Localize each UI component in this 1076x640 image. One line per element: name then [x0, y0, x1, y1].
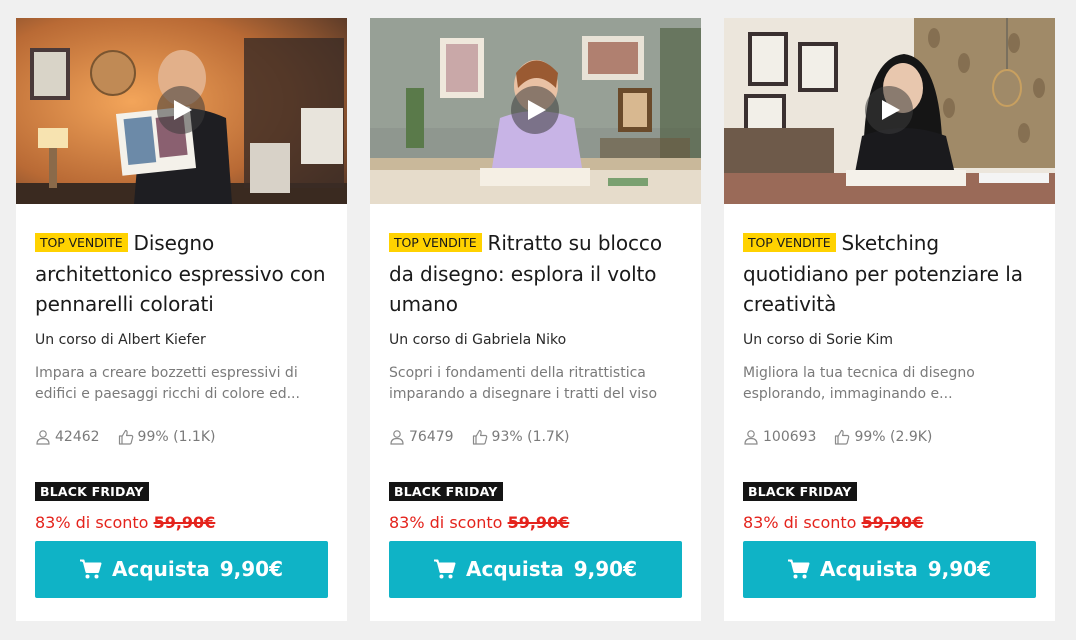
course-author[interactable]: Un corso di Albert Kiefer: [35, 332, 328, 350]
user-icon: [36, 429, 50, 445]
discount-percent: 83% di sconto: [389, 512, 503, 532]
course-description: Scopri i fondamenti della ritrattistica …: [389, 364, 658, 402]
buy-price: 9,90€: [219, 557, 283, 581]
buy-label: Acquista: [820, 557, 918, 581]
students-count: 100693: [763, 428, 817, 445]
course-description: Migliora la tua tecnica di disegno esplo…: [743, 364, 975, 402]
rating-value: 99% (2.9K): [854, 428, 933, 445]
buy-price: 9,90€: [927, 557, 991, 581]
course-description: Impara a creare bozzetti espressivi di e…: [35, 364, 300, 402]
course-stats: 76479 93% (1.7K): [389, 428, 682, 446]
buy-price: 9,90€: [573, 557, 637, 581]
rating-value: 93% (1.7K): [491, 428, 570, 445]
course-card[interactable]: TOP VENDITE Disegno architettonico espres…: [16, 18, 347, 621]
play-icon: [174, 100, 192, 120]
discount-percent: 83% di sconto: [35, 512, 149, 532]
play-button[interactable]: [865, 86, 913, 134]
old-price: 59,90€: [153, 512, 216, 532]
cart-icon: [434, 559, 456, 579]
course-title[interactable]: TOP VENDITE Ritratto su blocco da disegno…: [389, 228, 682, 320]
buy-label: Acquista: [112, 557, 210, 581]
course-grid: TOP VENDITE Disegno architettonico espres…: [0, 0, 1076, 640]
students-count: 76479: [409, 428, 454, 445]
top-seller-badge: TOP VENDITE: [743, 233, 836, 252]
top-seller-badge: TOP VENDITE: [35, 233, 128, 252]
rating-value: 99% (1.1K): [137, 428, 216, 445]
thumbs-up-icon: [118, 429, 133, 445]
course-card[interactable]: TOP VENDITE Sketching quotidiano per pote…: [724, 18, 1055, 621]
buy-button[interactable]: Acquista 9,90€: [35, 540, 328, 598]
black-friday-badge: BLACK FRIDAY: [743, 481, 857, 501]
top-seller-badge: TOP VENDITE: [389, 233, 482, 252]
thumbs-up-icon: [472, 429, 487, 445]
course-thumbnail[interactable]: [724, 18, 1055, 204]
course-title[interactable]: TOP VENDITE Disegno architettonico espres…: [35, 228, 328, 320]
discount-text: 83% di sconto 59,90€: [35, 513, 328, 533]
play-icon: [528, 100, 546, 120]
user-icon: [744, 429, 758, 445]
course-card[interactable]: TOP VENDITE Ritratto su blocco da disegno…: [370, 18, 701, 621]
course-stats: 42462 99% (1.1K): [35, 428, 328, 446]
thumbs-up-icon: [835, 429, 850, 445]
discount-percent: 83% di sconto: [743, 512, 857, 532]
old-price: 59,90€: [507, 512, 570, 532]
course-title[interactable]: TOP VENDITE Sketching quotidiano per pote…: [743, 228, 1036, 320]
buy-button[interactable]: Acquista 9,90€: [389, 540, 682, 598]
play-button[interactable]: [511, 86, 559, 134]
old-price: 59,90€: [861, 512, 924, 532]
course-thumbnail[interactable]: [370, 18, 701, 204]
play-button[interactable]: [157, 86, 205, 134]
cart-icon: [788, 559, 810, 579]
course-author[interactable]: Un corso di Gabriela Niko: [389, 332, 682, 350]
black-friday-badge: BLACK FRIDAY: [389, 481, 503, 501]
discount-text: 83% di sconto 59,90€: [389, 513, 682, 533]
cart-icon: [80, 559, 102, 579]
black-friday-badge: BLACK FRIDAY: [35, 481, 149, 501]
students-count: 42462: [55, 428, 100, 445]
buy-label: Acquista: [466, 557, 564, 581]
discount-text: 83% di sconto 59,90€: [743, 513, 1036, 533]
course-stats: 100693 99% (2.9K): [743, 428, 1036, 446]
course-thumbnail[interactable]: [16, 18, 347, 204]
course-author[interactable]: Un corso di Sorie Kim: [743, 332, 1036, 350]
buy-button[interactable]: Acquista 9,90€: [743, 540, 1036, 598]
play-icon: [882, 100, 900, 120]
user-icon: [390, 429, 404, 445]
